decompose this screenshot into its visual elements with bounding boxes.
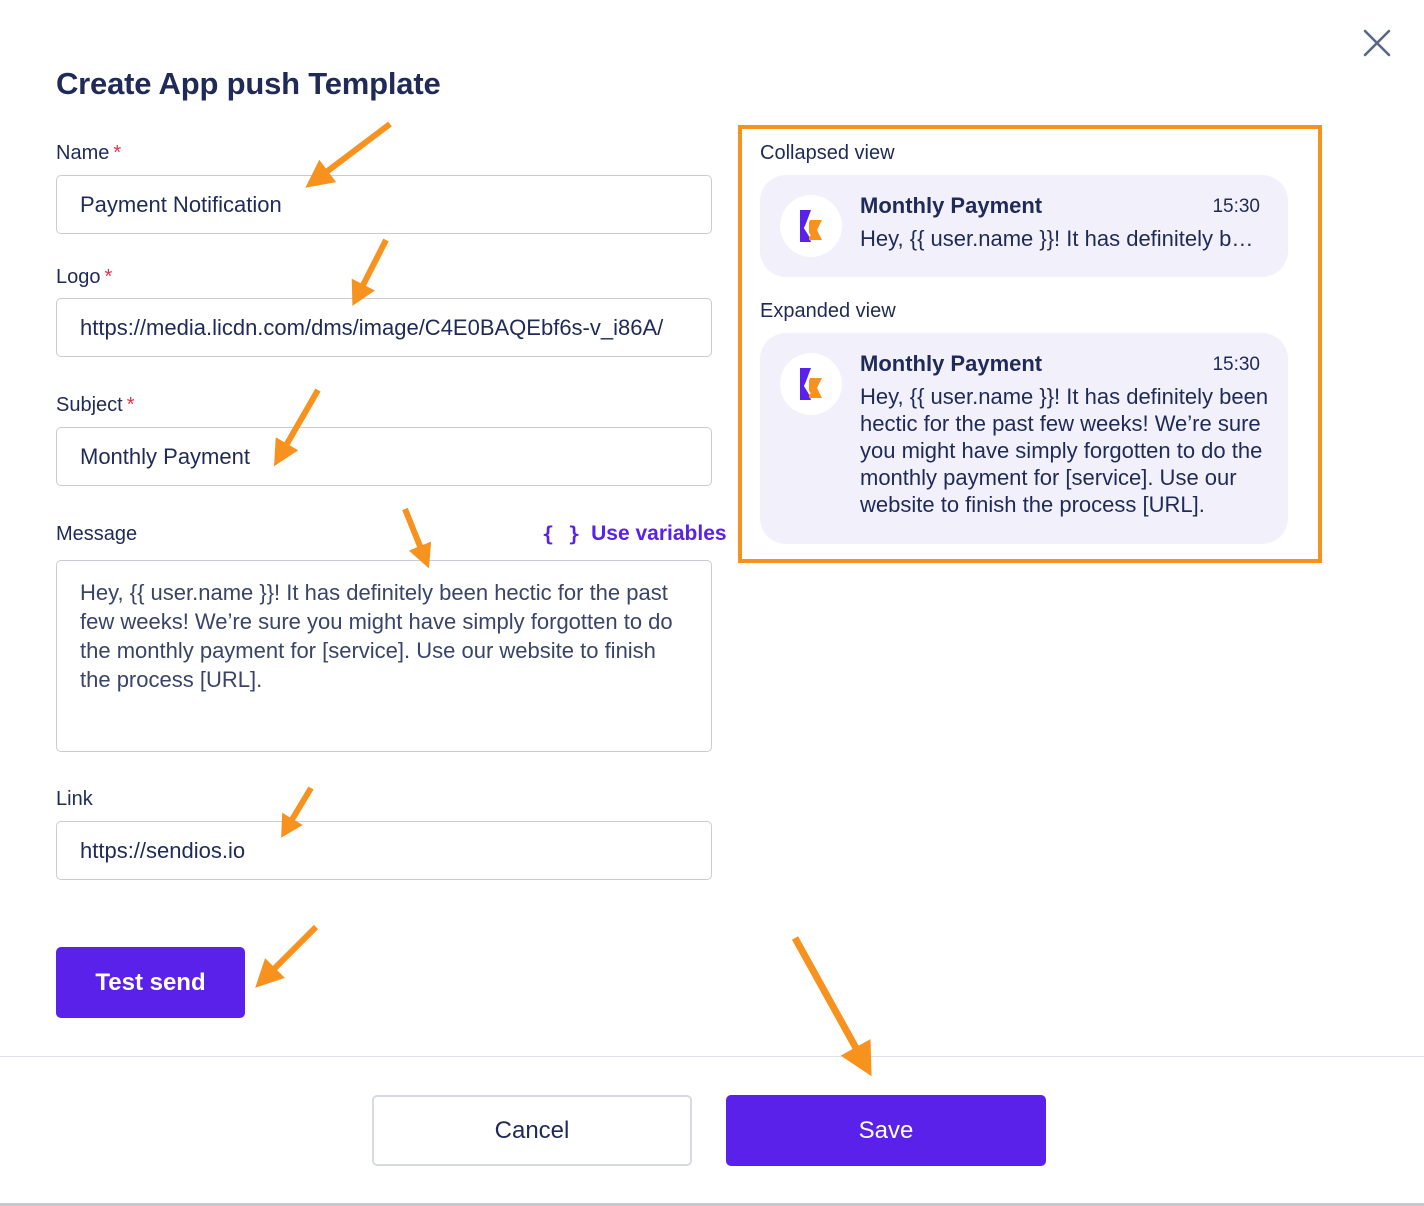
logo-url-input[interactable]: https://media.licdn.com/dms/image/C4E0BA… [56,298,712,357]
app-logo-icon [780,195,842,257]
footer-divider [0,1056,1424,1057]
close-button[interactable] [1358,24,1396,62]
expanded-notification: Monthly Payment 15:30 Hey, {{ user.name … [760,333,1288,544]
name-label: Name * [56,142,121,165]
collapsed-notification: Monthly Payment 15:30 Hey, {{ user.name … [760,175,1288,277]
logo-label: Logo * [56,266,112,289]
required-mark: * [126,394,135,416]
app-logo-icon [780,353,842,415]
required-mark: * [104,266,113,288]
expanded-notification-body: Hey, {{ user.name }}! It has definitely … [860,384,1269,517]
cancel-button[interactable]: Cancel [372,1095,692,1166]
test-send-button[interactable]: Test send [56,947,245,1018]
collapsed-view-label: Collapsed view [760,142,895,164]
arrow-icon [255,924,319,988]
name-input[interactable]: Payment Notification [56,175,712,234]
dialog-title: Create App push Template [56,66,441,101]
collapsed-notification-time: 15:30 [1212,196,1260,217]
subject-input[interactable]: Monthly Payment [56,427,712,486]
braces-icon: { } [542,522,582,546]
subject-input-value: Monthly Payment [80,443,250,469]
name-input-value: Payment Notification [80,191,282,217]
expanded-notification-title: Monthly Payment [860,351,1043,376]
close-icon [1363,29,1391,57]
subject-label: Subject * [56,394,135,417]
link-input-value: https://sendios.io [80,837,246,863]
collapsed-notification-title: Monthly Payment [860,193,1043,218]
message-label: Message [56,523,138,545]
link-input[interactable]: https://sendios.io [56,821,712,880]
subject-label-text: Subject [56,394,123,416]
required-mark: * [113,142,122,164]
logo-label-text: Logo [56,266,101,288]
message-textarea[interactable]: Hey, {{ user.name }}! It has definitely … [56,560,712,752]
collapsed-notification-body: Hey, {{ user.name }}! It has definitely … [860,226,1262,251]
save-button[interactable]: Save [726,1095,1046,1166]
logo-url-value: https://media.licdn.com/dms/image/C4E0BA… [80,314,664,340]
message-value: Hey, {{ user.name }}! It has definitely … [80,580,673,692]
expanded-view-label: Expanded view [760,300,896,322]
use-variables-label: Use variables [591,522,727,545]
link-label: Link [56,788,93,810]
arrow-icon [791,936,872,1077]
use-variables-button[interactable]: { } Use variables [542,522,727,546]
expanded-notification-time: 15:30 [1212,354,1260,375]
name-label-text: Name [56,142,110,164]
create-template-dialog: Create App push Template Name * Payment N… [0,0,1424,1206]
